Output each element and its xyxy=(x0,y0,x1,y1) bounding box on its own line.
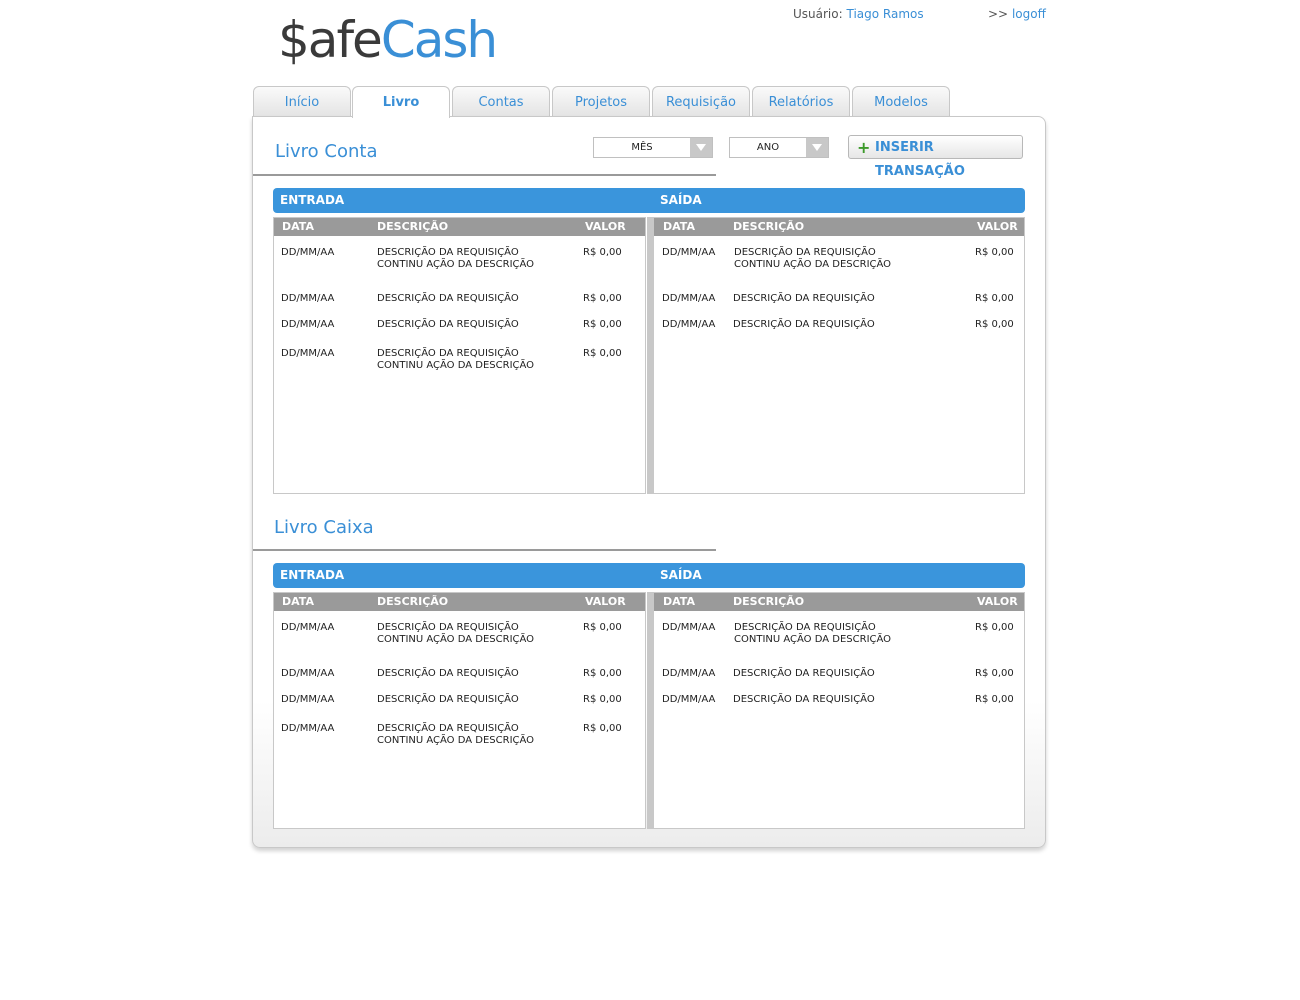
col-value: VALOR xyxy=(977,595,1018,608)
chevron-down-icon xyxy=(806,138,828,157)
row-desc: DESCRIÇÃO DA REQUISIÇÃO xyxy=(377,668,519,679)
row-value: R$ 0,00 xyxy=(975,319,1014,330)
col-date: DATA xyxy=(282,220,314,233)
col-date: DATA xyxy=(282,595,314,608)
logo-part-safe: $afe xyxy=(278,11,383,69)
row-date: DD/MM/AA xyxy=(281,319,335,330)
logoff-prefix: >> xyxy=(988,7,1009,21)
tab-contas[interactable]: Contas xyxy=(452,86,550,116)
row-value: R$ 0,00 xyxy=(583,622,622,633)
row-value: R$ 0,00 xyxy=(975,622,1014,633)
entrada-label: ENTRADA xyxy=(280,568,345,582)
ledger-header-bar: ENTRADA SAÍDA xyxy=(273,188,1025,213)
row-value: R$ 0,00 xyxy=(583,723,622,734)
row-date: DD/MM/AA xyxy=(281,723,335,734)
row-value: R$ 0,00 xyxy=(583,694,622,705)
entrada-table: DATA DESCRIÇÃO VALOR DD/MM/AA DESCRIÇÃO … xyxy=(273,592,646,829)
tab-modelos[interactable]: Modelos xyxy=(852,86,950,116)
col-desc: DESCRIÇÃO xyxy=(377,595,449,608)
saida-table: DATA DESCRIÇÃO VALOR DD/MM/AA DESCRIÇÃO … xyxy=(653,217,1025,494)
section-title-livro-caixa: Livro Caixa xyxy=(274,517,374,538)
row-value: R$ 0,00 xyxy=(975,668,1014,679)
table-header: DATA DESCRIÇÃO VALOR xyxy=(654,218,1024,236)
row-date: DD/MM/AA xyxy=(281,694,335,705)
logo: $afeCash xyxy=(278,10,498,70)
saida-table: DATA DESCRIÇÃO VALOR DD/MM/AA DESCRIÇÃO … xyxy=(653,592,1025,829)
row-desc: DESCRIÇÃO DA REQUISIÇÃO xyxy=(733,668,875,679)
col-date: DATA xyxy=(663,220,695,233)
tab-relatorios[interactable]: Relatórios xyxy=(752,86,850,116)
logoff-link[interactable]: logoff xyxy=(1012,7,1046,21)
user-name-link[interactable]: Tiago Ramos xyxy=(846,7,923,21)
row-value: R$ 0,00 xyxy=(975,247,1014,258)
plus-icon: + xyxy=(857,138,871,157)
row-date: DD/MM/AA xyxy=(662,694,716,705)
row-date: DD/MM/AA xyxy=(281,668,335,679)
section-title-livro-conta: Livro Conta xyxy=(275,141,378,162)
row-date: DD/MM/AA xyxy=(662,247,716,258)
row-date: DD/MM/AA xyxy=(662,668,716,679)
year-select[interactable]: ANO xyxy=(729,137,829,158)
logoff-area: >> logoff xyxy=(988,7,1046,21)
row-value: R$ 0,00 xyxy=(583,668,622,679)
row-value: R$ 0,00 xyxy=(583,348,622,359)
row-value: R$ 0,00 xyxy=(583,293,622,304)
section-divider xyxy=(253,549,716,551)
year-select-value: ANO xyxy=(756,142,780,153)
col-date: DATA xyxy=(663,595,695,608)
row-desc: DESCRIÇÃO DA REQUISIÇÃO xyxy=(733,694,875,705)
row-date: DD/MM/AA xyxy=(281,622,335,633)
row-date: DD/MM/AA xyxy=(662,293,716,304)
row-value: R$ 0,00 xyxy=(583,247,622,258)
logo-part-cash: Cash xyxy=(380,11,498,69)
row-desc: DESCRIÇÃO DA REQUISIÇÃO CONTINU AÇÃO DA … xyxy=(377,622,535,645)
ledger-header-bar: ENTRADA SAÍDA xyxy=(273,563,1025,588)
col-desc: DESCRIÇÃO xyxy=(733,595,805,608)
insert-transaction-button[interactable]: + INSERIR TRANSAÇÃO xyxy=(848,135,1023,179)
row-date: DD/MM/AA xyxy=(281,247,335,258)
row-desc: DESCRIÇÃO DA REQUISIÇÃO xyxy=(733,319,875,330)
col-desc: DESCRIÇÃO xyxy=(733,220,805,233)
row-date: DD/MM/AA xyxy=(662,622,716,633)
chevron-down-icon xyxy=(690,138,712,157)
section-divider xyxy=(253,174,716,176)
entrada-table: DATA DESCRIÇÃO VALOR DD/MM/AA DESCRIÇÃO … xyxy=(273,217,646,494)
row-desc: DESCRIÇÃO DA REQUISIÇÃO xyxy=(377,694,519,705)
row-value: R$ 0,00 xyxy=(583,319,622,330)
row-desc: DESCRIÇÃO DA REQUISIÇÃO xyxy=(733,293,875,304)
row-desc: DESCRIÇÃO DA REQUISIÇÃO CONTINU AÇÃO DA … xyxy=(377,247,535,270)
row-desc: DESCRIÇÃO DA REQUISIÇÃO CONTINU AÇÃO DA … xyxy=(377,348,535,371)
col-value: VALOR xyxy=(977,220,1018,233)
tab-livro[interactable]: Livro xyxy=(352,86,450,118)
table-header: DATA DESCRIÇÃO VALOR xyxy=(274,218,645,236)
month-select[interactable]: MÊS xyxy=(593,137,713,158)
row-desc: DESCRIÇÃO DA REQUISIÇÃO CONTINU AÇÃO DA … xyxy=(734,247,892,270)
tab-projetos[interactable]: Projetos xyxy=(552,86,650,116)
tab-requisicao[interactable]: Requisição xyxy=(652,86,750,116)
row-desc: DESCRIÇÃO DA REQUISIÇÃO xyxy=(377,293,519,304)
table-header: DATA DESCRIÇÃO VALOR xyxy=(654,593,1024,611)
insert-transaction-label: INSERIR TRANSAÇÃO xyxy=(875,140,965,179)
row-value: R$ 0,00 xyxy=(975,293,1014,304)
saida-label: SAÍDA xyxy=(660,568,702,582)
user-label: Usuário: xyxy=(793,7,843,21)
col-value: VALOR xyxy=(585,220,626,233)
saida-label: SAÍDA xyxy=(660,193,702,207)
user-info: Usuário: Tiago Ramos xyxy=(793,7,924,21)
month-select-value: MÊS xyxy=(631,142,653,153)
row-date: DD/MM/AA xyxy=(281,348,335,359)
tab-inicio[interactable]: Início xyxy=(253,86,351,116)
row-desc: DESCRIÇÃO DA REQUISIÇÃO CONTINU AÇÃO DA … xyxy=(734,622,892,645)
row-date: DD/MM/AA xyxy=(281,293,335,304)
row-value: R$ 0,00 xyxy=(975,694,1014,705)
row-date: DD/MM/AA xyxy=(662,319,716,330)
entrada-label: ENTRADA xyxy=(280,193,345,207)
col-value: VALOR xyxy=(585,595,626,608)
table-header: DATA DESCRIÇÃO VALOR xyxy=(274,593,645,611)
row-desc: DESCRIÇÃO DA REQUISIÇÃO CONTINU AÇÃO DA … xyxy=(377,723,535,746)
row-desc: DESCRIÇÃO DA REQUISIÇÃO xyxy=(377,319,519,330)
col-desc: DESCRIÇÃO xyxy=(377,220,449,233)
